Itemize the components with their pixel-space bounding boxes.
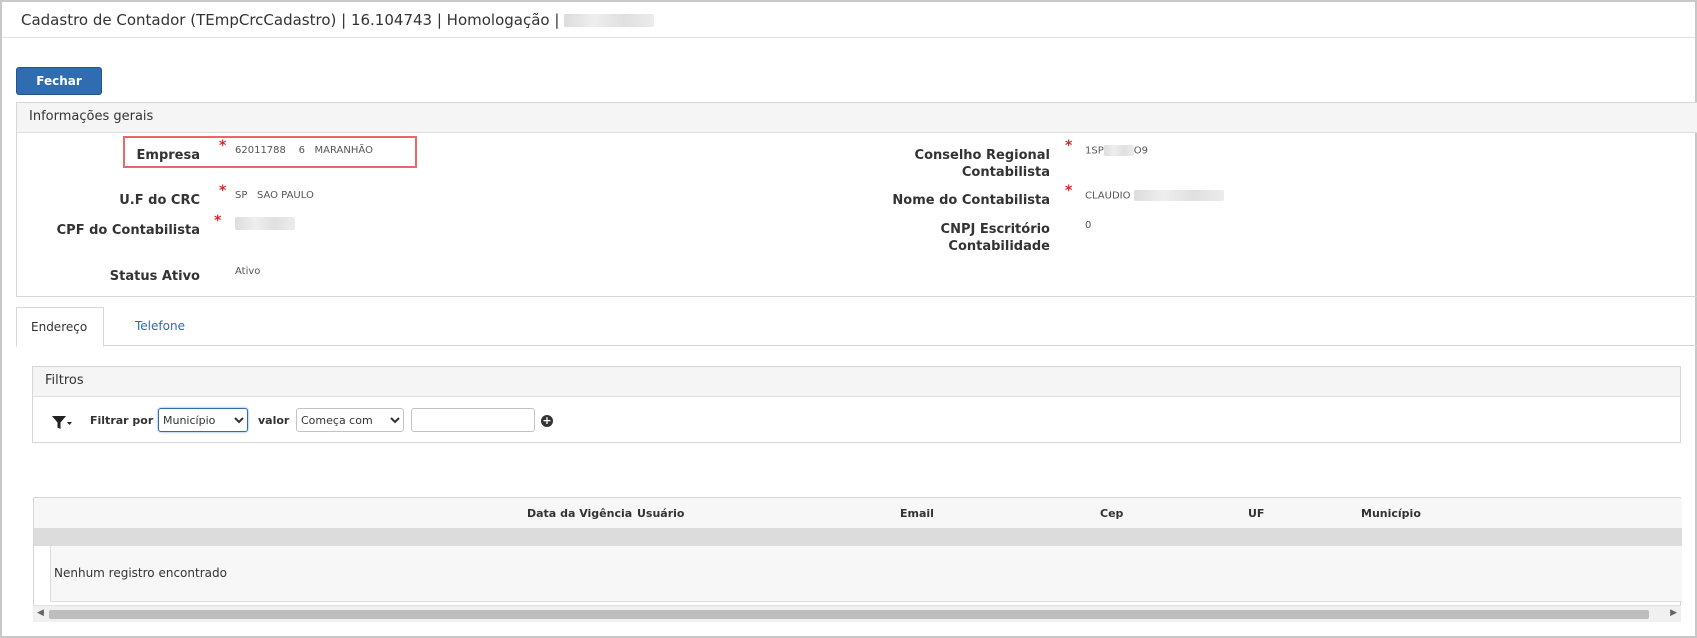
status-value: Ativo: [235, 266, 261, 277]
required-mark: *: [214, 213, 222, 229]
conselho-prefix: 1SP: [1085, 145, 1104, 157]
col-data-vigencia[interactable]: Data da Vigência: [527, 507, 632, 520]
chevron-left-icon[interactable]: ◀: [37, 608, 44, 618]
filter-value-input[interactable]: [411, 408, 535, 432]
empresa-code: 62011788: [235, 145, 286, 156]
uf-crc-uf: SP: [235, 190, 248, 201]
window-title: Cadastro de Contador (TEmpCrcCadastro) |…: [21, 11, 655, 29]
grid-group-row: [34, 529, 1682, 546]
filter-by-label: Filtrar por: [90, 414, 154, 427]
uf-crc-value: SP SAO PAULO: [235, 190, 314, 201]
conselho-label: Conselho Regional Contabilista: [850, 147, 1050, 181]
plus-circle-icon[interactable]: +: [541, 415, 553, 427]
status-label: Status Ativo: [109, 269, 200, 284]
empresa-name: MARANHÃO: [314, 145, 373, 156]
cnpj-label-line1: CNPJ Escritório: [940, 222, 1050, 237]
filter-icon[interactable]: [51, 415, 73, 435]
col-uf[interactable]: UF: [1248, 507, 1264, 520]
nome-redacted: [1133, 190, 1224, 201]
col-usuario[interactable]: Usuário: [637, 507, 685, 520]
grid-header: Data da Vigência Usuário Email Cep UF Mu…: [34, 498, 1682, 529]
required-mark: *: [219, 183, 227, 199]
tab-telefone[interactable]: Telefone: [121, 307, 199, 347]
nome-value: CLAUDIO: [1085, 190, 1224, 202]
title-bar: Cadastro de Contador (TEmpCrcCadastro) |…: [2, 2, 1695, 38]
nome-text: CLAUDIO: [1085, 190, 1131, 202]
filter-field-select[interactable]: Município: [158, 408, 248, 432]
uf-crc-label: U.F do CRC: [119, 193, 200, 208]
uf-crc-name: SAO PAULO: [256, 190, 314, 201]
tab-bar: Endereço Telefone: [16, 307, 1697, 347]
empresa-label: Empresa: [136, 148, 200, 163]
cnpj-label: CNPJ Escritório Contabilidade: [850, 221, 1050, 255]
conselho-label-line2: Contabilista: [961, 165, 1050, 180]
filter-operator-select[interactable]: Começa com: [296, 408, 404, 432]
cpf-label: CPF do Contabilista: [56, 223, 200, 238]
address-grid: Data da Vigência Usuário Email Cep UF Mu…: [33, 497, 1682, 622]
empresa-value: 62011788 6 MARANHÃO: [235, 145, 373, 156]
required-mark: *: [1065, 183, 1073, 199]
grid-empty-message: Nenhum registro encontrado: [54, 566, 227, 580]
cpf-value-redacted: [235, 217, 295, 230]
chevron-right-icon[interactable]: ▶: [1670, 608, 1677, 618]
required-mark: *: [1065, 138, 1073, 154]
filters-panel: Filtros: [32, 366, 1681, 443]
window-title-text: Cadastro de Contador (TEmpCrcCadastro) |…: [21, 11, 560, 29]
conselho-label-line1: Conselho Regional: [914, 148, 1050, 163]
value-label: valor: [258, 414, 290, 427]
grid-body: [50, 546, 1682, 602]
filters-heading: Filtros: [33, 367, 1680, 397]
cnpj-label-line2: Contabilidade: [948, 239, 1050, 254]
required-mark: *: [219, 138, 227, 154]
horizontal-scrollbar[interactable]: ◀ ▶: [33, 605, 1681, 622]
tab-endereco[interactable]: Endereço: [16, 307, 104, 347]
general-info-heading: Informações gerais: [17, 103, 1697, 133]
cnpj-value: 0: [1085, 220, 1092, 231]
nome-label: Nome do Contabilista: [892, 193, 1050, 208]
conselho-value: 1SP O9: [1085, 145, 1148, 157]
col-cep[interactable]: Cep: [1100, 507, 1123, 520]
col-municipio[interactable]: Município: [1361, 507, 1421, 520]
scrollbar-thumb[interactable]: [49, 610, 1649, 619]
conselho-redacted: [1103, 145, 1134, 156]
conselho-suffix: O9: [1133, 145, 1148, 157]
empresa-num: 6: [298, 145, 305, 156]
col-email[interactable]: Email: [900, 507, 934, 520]
redacted-user: [564, 14, 655, 27]
close-button[interactable]: Fechar: [16, 67, 102, 95]
